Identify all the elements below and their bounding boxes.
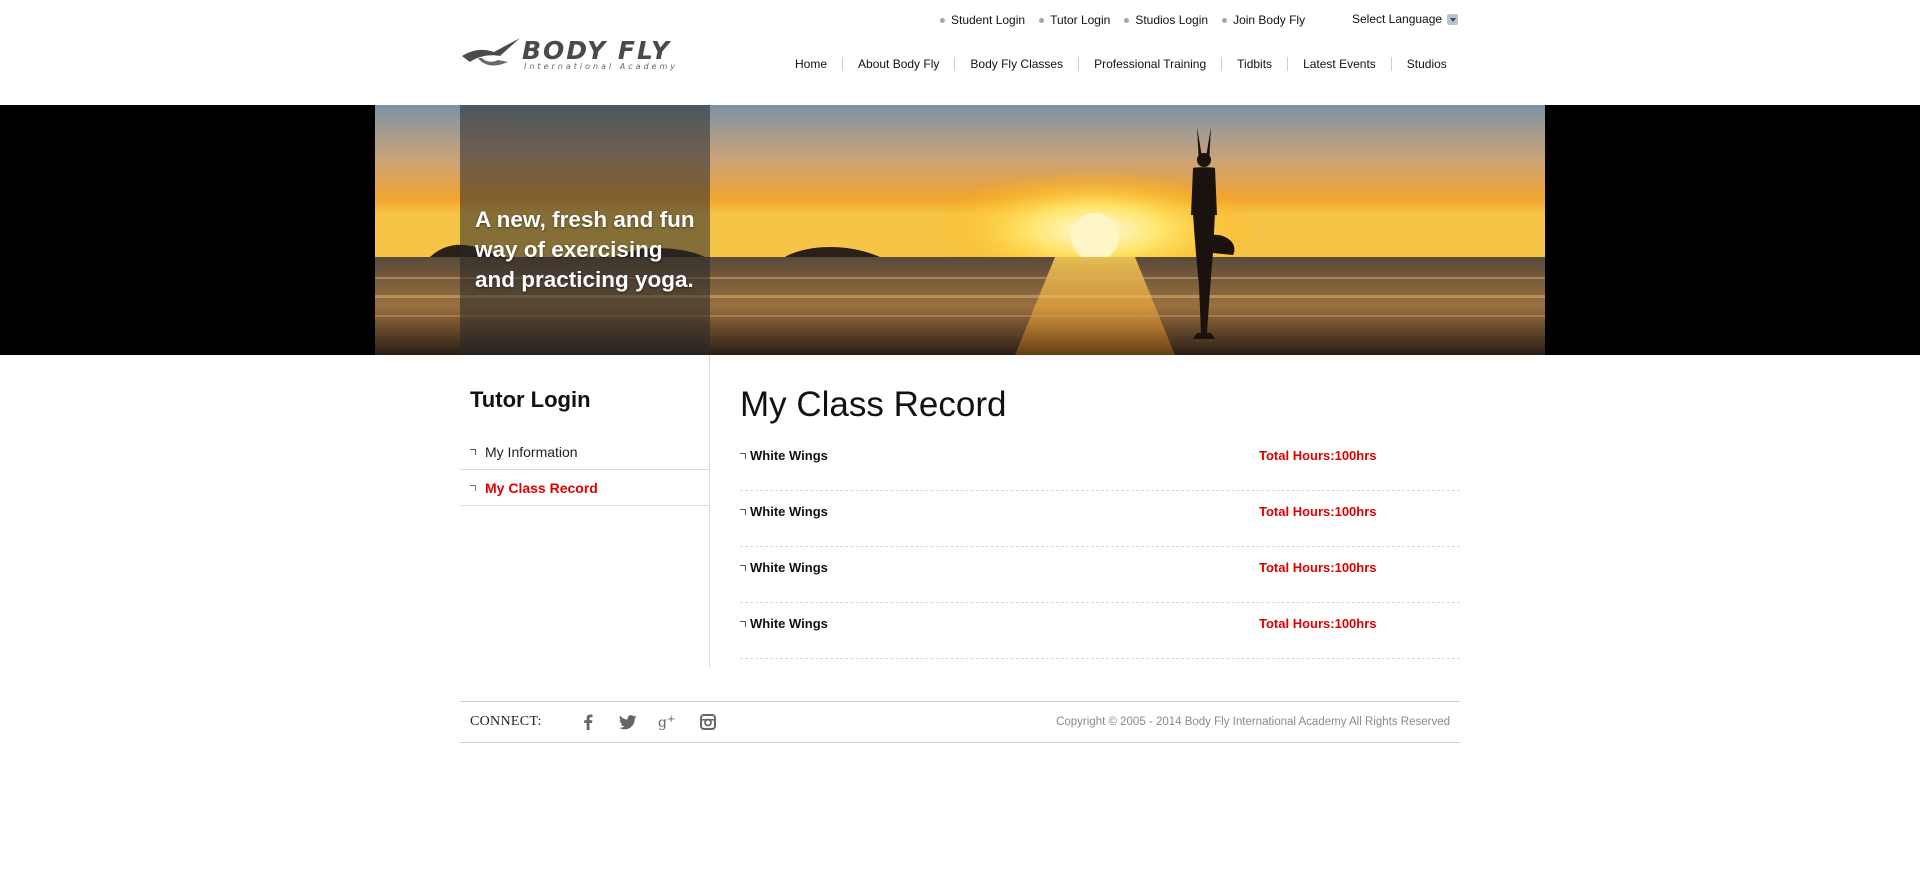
nav-about-body-fly[interactable]: About Body Fly <box>842 57 954 71</box>
logo-text: BODY FLY <box>522 36 672 65</box>
svg-text:+: + <box>667 714 675 725</box>
nav-home[interactable]: Home <box>781 57 842 71</box>
sidebar-item-label: My Information <box>485 443 578 460</box>
main-nav: Home About Body Fly Body Fly Classes Pro… <box>781 56 1462 72</box>
bullet-dot-icon <box>1039 17 1045 23</box>
list-item: White Wings Total Hours:100hrs <box>740 491 1460 547</box>
language-select[interactable]: Select Language <box>1352 12 1459 26</box>
top-links: Student Login Tutor Login Studios Login … <box>940 12 1319 28</box>
sidebar-item-my-class-record[interactable]: My Class Record <box>460 470 709 506</box>
list-item: White Wings Total Hours:100hrs <box>740 603 1460 659</box>
nav-body-fly-classes[interactable]: Body Fly Classes <box>954 57 1078 71</box>
bird-logo-icon <box>462 38 520 66</box>
student-login-label: Student Login <box>951 13 1026 27</box>
sidebar: Tutor Login My Information My Class Reco… <box>460 355 710 667</box>
record-name[interactable]: White Wings <box>740 448 828 463</box>
bullet-corner-icon <box>740 508 746 515</box>
twitter-icon[interactable] <box>618 712 638 732</box>
instagram-icon[interactable] <box>698 712 718 732</box>
google-plus-icon[interactable]: g + <box>658 712 678 732</box>
bullet-corner-icon <box>740 452 746 459</box>
banner-tagline: A new, fresh and fun way of exercising a… <box>475 207 695 292</box>
bullet-dot-icon <box>1222 17 1228 23</box>
connect-label: CONNECT: <box>470 714 542 729</box>
studios-login-link[interactable]: Studios Login <box>1124 13 1208 27</box>
sidebar-item-label: My Class Record <box>485 479 598 496</box>
record-hours: Total Hours:100hrs <box>1259 504 1377 519</box>
language-select-label: Select Language <box>1352 12 1443 26</box>
record-name-label: White Wings <box>750 560 828 575</box>
bullet-corner-icon <box>740 564 746 571</box>
bullet-dot-icon <box>940 17 945 23</box>
join-body-fly-label: Join Body Fly <box>1233 13 1306 27</box>
record-name[interactable]: White Wings <box>740 504 828 519</box>
svg-text:g: g <box>658 715 667 730</box>
bullet-corner-icon <box>740 620 746 627</box>
hero-banner: A new, fresh and fun way of exercising a… <box>0 105 1920 355</box>
sidebar-title: Tutor Login <box>470 387 591 412</box>
bullet-corner-icon <box>470 448 476 455</box>
site-logo[interactable]: BODY FLY International Academy <box>460 30 710 76</box>
bullet-dot-icon <box>1124 17 1130 23</box>
site-footer: CONNECT: g + Copyright © 2005 - 2014 Body… <box>460 701 1460 743</box>
nav-professional-training[interactable]: Professional Training <box>1078 57 1221 71</box>
record-name[interactable]: White Wings <box>740 616 828 631</box>
record-hours: Total Hours:100hrs <box>1259 448 1377 463</box>
class-record-list: White Wings Total Hours:100hrs White Win… <box>740 435 1460 659</box>
facebook-icon[interactable] <box>578 712 598 732</box>
studios-login-label: Studios Login <box>1135 13 1209 27</box>
page-title: My Class Record <box>740 385 1007 424</box>
tutor-login-link[interactable]: Tutor Login <box>1039 13 1110 27</box>
copyright-text: Copyright © 2005 - 2014 Body Fly Interna… <box>1056 716 1450 728</box>
record-name-label: White Wings <box>750 504 828 519</box>
record-hours: Total Hours:100hrs <box>1259 560 1377 575</box>
site-header: BODY FLY International Academy Student L… <box>0 0 1920 105</box>
nav-studios[interactable]: Studios <box>1390 57 1462 71</box>
nav-latest-events[interactable]: Latest Events <box>1287 57 1391 71</box>
logo-subtitle: International Academy <box>524 62 679 71</box>
tutor-login-label: Tutor Login <box>1050 13 1111 27</box>
record-hours: Total Hours:100hrs <box>1259 616 1377 631</box>
record-name[interactable]: White Wings <box>740 560 828 575</box>
join-body-fly-link[interactable]: Join Body Fly <box>1222 13 1305 27</box>
list-item: White Wings Total Hours:100hrs <box>740 435 1460 491</box>
bullet-corner-icon <box>470 484 476 491</box>
student-login-link[interactable]: Student Login <box>940 13 1025 27</box>
record-name-label: White Wings <box>750 448 828 463</box>
sidebar-menu: My Information My Class Record <box>460 434 709 506</box>
main-content: My Class Record White Wings Total Hours:… <box>740 355 1460 667</box>
record-name-label: White Wings <box>750 616 828 631</box>
sidebar-item-my-information[interactable]: My Information <box>460 434 709 470</box>
nav-tidbits[interactable]: Tidbits <box>1221 57 1287 71</box>
chevron-down-icon <box>1447 13 1459 25</box>
list-item: White Wings Total Hours:100hrs <box>740 547 1460 603</box>
